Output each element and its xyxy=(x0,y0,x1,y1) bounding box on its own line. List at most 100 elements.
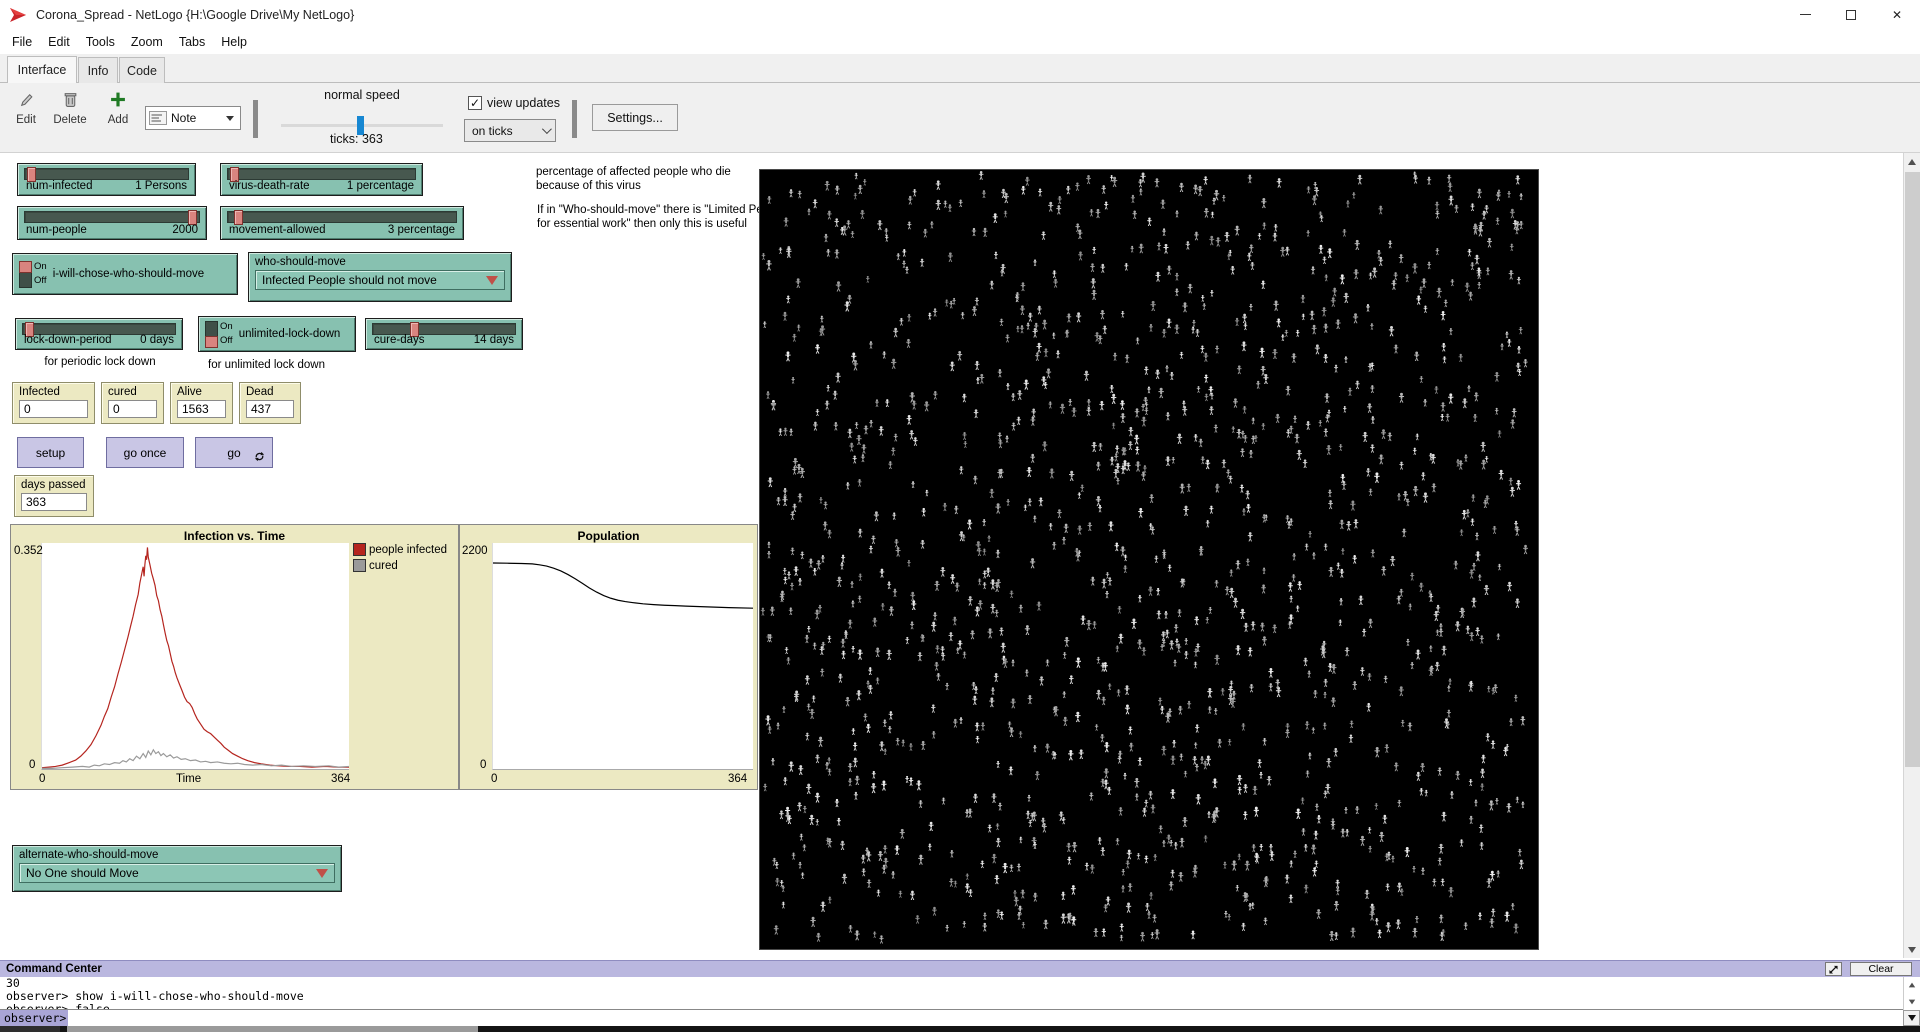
slider-num-infected[interactable]: num-infected1 Persons xyxy=(17,163,196,196)
slider-value: 14 days xyxy=(474,334,514,346)
switch-thumb[interactable] xyxy=(19,261,32,273)
slider-track[interactable] xyxy=(227,168,416,180)
tick-mode-value: on ticks xyxy=(472,124,513,138)
tick-mode-select[interactable]: on ticks xyxy=(464,119,556,142)
go-once-button[interactable]: go once xyxy=(106,437,184,468)
view-updates-label: view updates xyxy=(487,96,560,110)
switch-unlimited-lock-down[interactable]: OnOff unlimited-lock-down xyxy=(198,316,356,352)
go-label: go xyxy=(227,446,240,460)
legend-people-infected: people infected xyxy=(353,543,447,556)
slider-thumb[interactable] xyxy=(188,210,197,225)
slider-track[interactable] xyxy=(227,211,457,223)
slider-cure-days[interactable]: cure-days14 days xyxy=(365,318,523,350)
slider-virus-death-rate[interactable]: virus-death-rate1 percentage xyxy=(220,163,423,196)
close-button[interactable]: ✕ xyxy=(1874,0,1920,29)
netlogo-logo-icon xyxy=(9,7,29,23)
monitor-days-passed: days passed363 xyxy=(14,475,94,517)
switch-toggle[interactable] xyxy=(205,321,218,348)
switch-label: i-will-chose-who-should-move xyxy=(53,268,204,280)
plot-title: Population xyxy=(460,529,757,543)
history-dropdown-button[interactable] xyxy=(1903,1010,1920,1026)
command-input-row[interactable]: observer> xyxy=(0,1010,1903,1026)
delete-button[interactable]: Delete xyxy=(50,91,90,143)
menu-help[interactable]: Help xyxy=(213,31,255,53)
scroll-up-button[interactable] xyxy=(1904,153,1920,170)
add-button[interactable]: Add xyxy=(98,91,138,143)
y-max-label: 2200 xyxy=(462,545,488,557)
world-view xyxy=(759,169,1539,950)
chooser-dropdown[interactable]: Infected People should not move xyxy=(255,270,505,290)
chooser-label: alternate-who-should-move xyxy=(19,849,335,861)
slider-lock-down-period[interactable]: lock-down-period0 days xyxy=(15,318,183,350)
edit-button[interactable]: Edit xyxy=(6,91,46,143)
plot-title: Infection vs. Time xyxy=(11,529,458,543)
output-scroll-up[interactable] xyxy=(1904,978,1920,992)
switch-label: unlimited-lock-down xyxy=(239,328,341,340)
setup-button[interactable]: setup xyxy=(17,437,84,468)
output-scrollbar[interactable] xyxy=(1903,977,1920,1010)
tab-code[interactable]: Code xyxy=(119,57,165,83)
switch-i-will-chose-who-should-move[interactable]: On Off i-will-chose-who-should-move xyxy=(12,253,238,295)
horizontal-scrollbar[interactable] xyxy=(0,1026,1920,1032)
y-max-label: 0.352 xyxy=(14,545,43,557)
output-line-clipped: observer> false xyxy=(0,1003,1903,1010)
export-output-button[interactable] xyxy=(1825,962,1842,976)
clear-button[interactable]: Clear xyxy=(1850,962,1912,976)
resize-diagonal-icon xyxy=(1829,965,1838,974)
horizontal-scrollbar-thumb[interactable] xyxy=(67,1026,478,1032)
tab-info[interactable]: Info xyxy=(78,57,118,83)
command-center-header[interactable]: Command Center Clear xyxy=(0,960,1920,977)
switch-thumb[interactable] xyxy=(205,336,218,348)
settings-button[interactable]: Settings... xyxy=(592,104,678,131)
menu-file[interactable]: File xyxy=(4,31,40,53)
scroll-down-button[interactable] xyxy=(1904,941,1920,958)
tab-interface[interactable]: Interface xyxy=(7,56,77,83)
chooser-alternate-who-should-move[interactable]: alternate-who-should-move No One should … xyxy=(12,845,342,892)
menu-tools[interactable]: Tools xyxy=(78,31,123,53)
scrollbar-thumb[interactable] xyxy=(1905,172,1920,767)
slider-track[interactable] xyxy=(24,168,189,180)
ticks-counter: ticks: 363 xyxy=(330,132,383,146)
menu-tabs[interactable]: Tabs xyxy=(171,31,213,53)
maximize-icon xyxy=(1846,10,1856,20)
forever-icon xyxy=(254,451,265,462)
view-updates-checkbox[interactable]: ✓ view updates xyxy=(468,96,560,110)
tab-strip: Interface Info Code xyxy=(0,54,1920,83)
scroll-up-icon xyxy=(1909,983,1915,988)
slider-label: num-people xyxy=(26,224,87,236)
maximize-button[interactable] xyxy=(1828,0,1874,29)
command-center-title: Command Center xyxy=(6,963,102,975)
chooser-dropdown[interactable]: No One should Move xyxy=(19,863,335,883)
go-button[interactable]: go xyxy=(195,437,273,468)
widget-type-dropdown[interactable]: Note xyxy=(145,106,241,130)
switch-toggle[interactable] xyxy=(19,261,32,288)
slider-num-people[interactable]: num-people2000 xyxy=(17,206,207,240)
minimize-button[interactable] xyxy=(1782,0,1828,29)
slider-label: virus-death-rate xyxy=(229,180,310,192)
x-max-label: 364 xyxy=(331,773,350,785)
minimize-icon xyxy=(1800,14,1811,15)
slider-thumb[interactable] xyxy=(234,210,243,225)
vertical-scrollbar[interactable] xyxy=(1903,153,1920,958)
plus-icon xyxy=(109,91,127,108)
command-input-field[interactable] xyxy=(68,1010,1903,1026)
monitor-cured: cured0 xyxy=(101,382,164,424)
output-scroll-down[interactable] xyxy=(1904,995,1920,1009)
off-label: Off xyxy=(34,275,47,287)
menu-edit[interactable]: Edit xyxy=(40,31,78,53)
menu-zoom[interactable]: Zoom xyxy=(123,31,171,53)
note-widget-icon xyxy=(149,111,167,125)
red-dropdown-arrow-icon xyxy=(316,869,328,878)
red-dropdown-arrow-icon xyxy=(486,276,498,285)
output-line: observer> show i-will-chose-who-should-m… xyxy=(0,990,1903,1003)
command-output[interactable]: 30 observer> show i-will-chose-who-shoul… xyxy=(0,977,1903,1010)
on-label: On xyxy=(34,261,47,273)
chooser-label: who-should-move xyxy=(255,256,505,268)
edit-label: Edit xyxy=(16,114,36,126)
slider-value: 0 days xyxy=(140,334,174,346)
legend-swatch-red xyxy=(353,543,366,556)
slider-track[interactable] xyxy=(24,211,200,223)
slider-movement-allowed[interactable]: movement-allowed3 percentage xyxy=(220,206,464,240)
monitor-dead: Dead437 xyxy=(239,382,301,424)
chooser-who-should-move[interactable]: who-should-move Infected People should n… xyxy=(248,252,512,302)
